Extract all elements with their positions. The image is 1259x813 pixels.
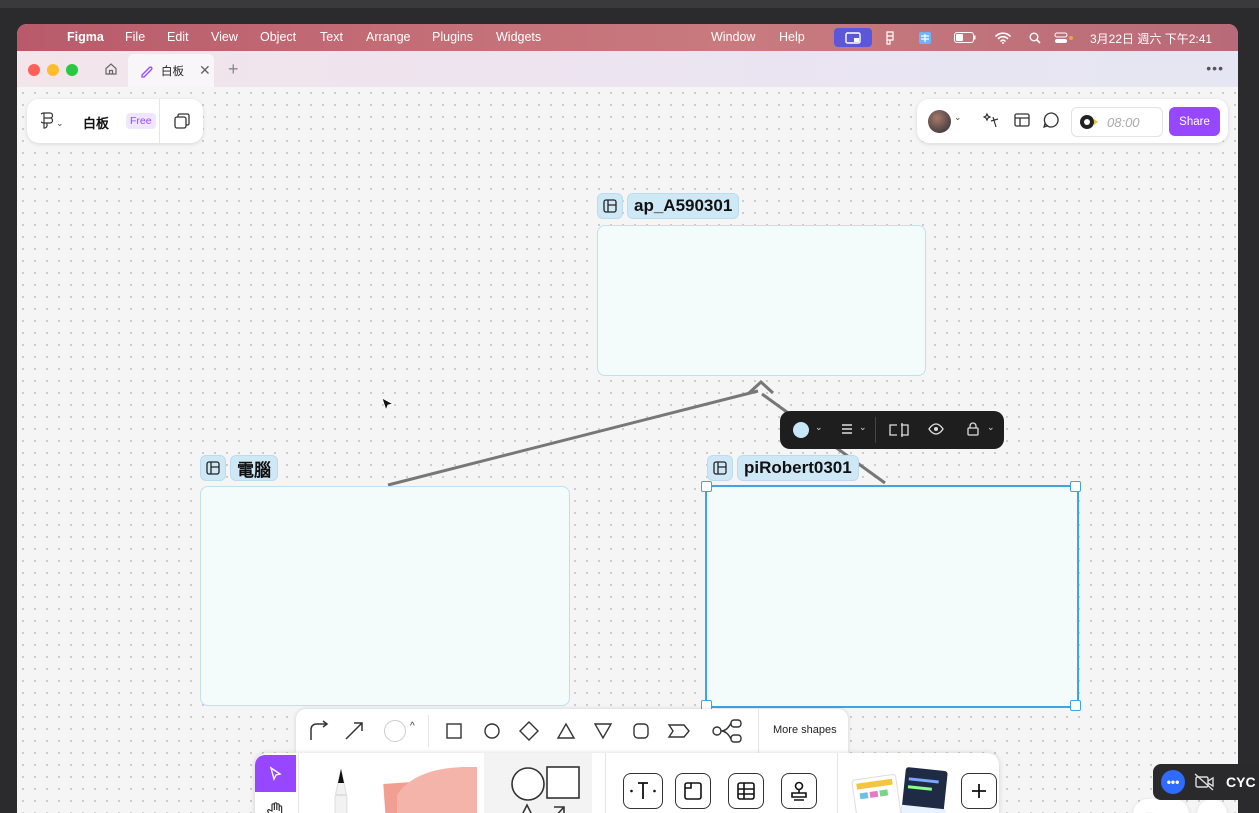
- divider: [428, 715, 429, 747]
- menu-plugins[interactable]: Plugins: [432, 30, 473, 44]
- chevron-down-icon[interactable]: ⌄: [987, 422, 995, 433]
- control-center-icon[interactable]: [1053, 28, 1075, 47]
- sticky-note-tool-icon[interactable]: [377, 766, 480, 813]
- section-name[interactable]: ap_A590301: [627, 193, 740, 219]
- shape-color-swatch[interactable]: [384, 720, 406, 742]
- menu-edit[interactable]: Edit: [167, 30, 189, 44]
- camera-off-icon[interactable]: [1194, 773, 1216, 791]
- menu-help[interactable]: Help: [779, 30, 805, 44]
- visibility-eye-icon[interactable]: [928, 422, 944, 441]
- elbow-connector-icon[interactable]: [304, 719, 332, 743]
- menubar-clock[interactable]: 3月22日 週六 下午2:41: [1090, 30, 1212, 47]
- templates-widgets-icon[interactable]: [851, 767, 951, 813]
- menu-bar: Figma File Edit View Object Text Arrange…: [17, 24, 1238, 51]
- mind-map-icon[interactable]: [710, 717, 744, 745]
- selection-box: [705, 485, 1079, 708]
- tab-bar: 白板 ✕ + •••: [17, 51, 1238, 88]
- chevron-down-icon[interactable]: ⌄: [815, 422, 823, 433]
- more-shapes-button[interactable]: More shapes: [773, 724, 837, 736]
- wifi-icon[interactable]: [993, 28, 1013, 47]
- section-frame[interactable]: [200, 486, 570, 706]
- straight-arrow-icon[interactable]: [340, 719, 368, 743]
- menu-arrange[interactable]: Arrange: [366, 30, 410, 44]
- resize-to-fit-icon[interactable]: [888, 421, 910, 444]
- add-more-button[interactable]: [961, 773, 997, 809]
- text-tool-button[interactable]: [623, 773, 663, 809]
- figjam-canvas[interactable]: ⌄ 白板 Free ⌄ 08:00 Share ap_A590301 電腦 pi…: [17, 87, 1238, 813]
- minimize-window-button[interactable]: [47, 64, 59, 76]
- table-tool-button[interactable]: [728, 773, 764, 809]
- menu-view[interactable]: View: [211, 30, 238, 44]
- zoom-out-icon[interactable]: −: [1145, 805, 1153, 813]
- shapes-tool-group[interactable]: [484, 753, 592, 813]
- creation-toolbar: [255, 753, 999, 813]
- chevron-down-icon[interactable]: ⌄: [859, 422, 867, 433]
- rounded-rectangle-shape-icon[interactable]: [629, 719, 653, 743]
- resize-handle[interactable]: [1070, 700, 1081, 711]
- spotlight-search-icon[interactable]: [1027, 28, 1043, 47]
- align-icon[interactable]: [840, 422, 854, 441]
- resize-handle[interactable]: [1070, 481, 1081, 492]
- resize-handle[interactable]: [701, 481, 712, 492]
- shapes-toolbar: ^ More shapes: [296, 709, 848, 753]
- mouse-cursor-icon: [381, 397, 395, 418]
- rectangle-shape-icon[interactable]: [442, 719, 466, 743]
- stamp-tool-button[interactable]: [781, 773, 817, 809]
- section-label[interactable]: 電腦: [200, 455, 278, 481]
- select-tool-button[interactable]: [255, 755, 296, 792]
- section-frame[interactable]: [597, 225, 926, 376]
- close-tab-icon[interactable]: ✕: [199, 62, 211, 79]
- section-tool-button[interactable]: [675, 773, 711, 809]
- tab-whiteboard[interactable]: 白板 ✕: [128, 54, 214, 87]
- inverted-triangle-shape-icon[interactable]: [591, 719, 615, 743]
- menu-widgets[interactable]: Widgets: [496, 30, 541, 44]
- divider: [758, 709, 759, 753]
- connector-line[interactable]: [387, 389, 759, 487]
- tab-label: 白板: [161, 65, 184, 78]
- figma-status-icon[interactable]: [883, 28, 897, 47]
- section-context-toolbar: ⌄ ⌄ ⌄: [780, 411, 1004, 449]
- menu-object[interactable]: Object: [260, 30, 296, 44]
- section-label[interactable]: piRobert0301: [707, 455, 859, 481]
- more-options-icon[interactable]: •••: [1206, 60, 1224, 76]
- chevron-up-icon[interactable]: ^: [410, 721, 415, 732]
- marker-tool-icon[interactable]: [319, 765, 363, 813]
- figma-window: Figma File Edit View Object Text Arrange…: [17, 24, 1238, 813]
- more-dots-icon[interactable]: •••: [1161, 770, 1185, 794]
- section-label[interactable]: ap_A590301: [597, 193, 740, 219]
- meeting-overlay: ••• CYC: [1153, 764, 1259, 800]
- battery-icon: [953, 28, 977, 47]
- arrowhead-icon: [747, 379, 775, 395]
- app-menu[interactable]: Figma: [67, 30, 104, 44]
- divider: [837, 753, 838, 813]
- menu-file[interactable]: File: [125, 30, 145, 44]
- input-method-icon[interactable]: [917, 28, 933, 47]
- divider: [875, 417, 876, 443]
- triangle-shape-icon[interactable]: [554, 719, 578, 743]
- lock-icon[interactable]: [966, 421, 980, 442]
- figjam-file-icon: [139, 64, 153, 78]
- overlay-label: CYC: [1226, 774, 1256, 790]
- divider: [298, 753, 299, 813]
- menu-window[interactable]: Window: [711, 30, 755, 44]
- divider: [605, 753, 606, 813]
- screen-top-strip: [0, 0, 1259, 8]
- ellipse-shape-icon[interactable]: [480, 719, 504, 743]
- fill-color-swatch[interactable]: [793, 422, 809, 438]
- section-icon: [707, 455, 733, 481]
- new-tab-icon[interactable]: +: [228, 59, 239, 80]
- diamond-shape-icon[interactable]: [516, 719, 542, 743]
- screen-share-icon[interactable]: [834, 28, 872, 47]
- hand-tool-button[interactable]: [255, 792, 296, 813]
- maximize-window-button[interactable]: [66, 64, 78, 76]
- section-icon: [200, 455, 226, 481]
- chevron-shape-icon[interactable]: [666, 719, 692, 743]
- zoom-control[interactable]: −: [1133, 799, 1189, 813]
- section-icon: [597, 193, 623, 219]
- menu-text[interactable]: Text: [320, 30, 343, 44]
- close-window-button[interactable]: [28, 64, 40, 76]
- section-name[interactable]: 電腦: [230, 455, 278, 481]
- home-tab-icon[interactable]: [97, 57, 125, 81]
- section-name[interactable]: piRobert0301: [737, 455, 859, 481]
